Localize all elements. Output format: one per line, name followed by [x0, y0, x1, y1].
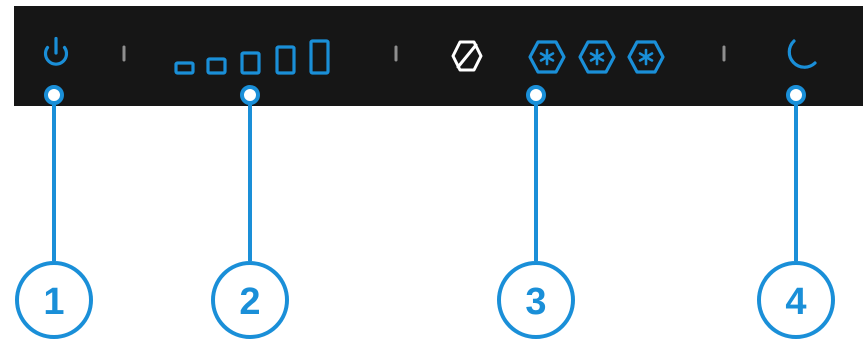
diagram-overlay: 1 2 3 4	[15, 36, 835, 339]
fan-speed-level-4-icon[interactable]	[275, 45, 296, 75]
callout-2: 2	[211, 261, 289, 339]
snowflake-hexagon-icon[interactable]	[627, 40, 665, 74]
fan-speed-level-5-icon[interactable]	[309, 39, 330, 75]
callout-number: 3	[525, 281, 546, 323]
callout-1: 1	[15, 261, 93, 339]
fan-speed-level-2-icon[interactable]	[206, 57, 227, 75]
power-icon[interactable]	[43, 36, 69, 66]
cooling-mode-group	[528, 40, 665, 74]
callout-number: 1	[43, 281, 64, 323]
fan-speed-level-1-icon[interactable]	[174, 61, 195, 75]
anchor-dot-1	[44, 85, 64, 105]
snowflake-hexagon-icon[interactable]	[578, 40, 616, 74]
cooling-off-icon[interactable]	[451, 40, 483, 72]
callout-4: 4	[757, 261, 835, 339]
anchor-dot-4	[786, 85, 806, 105]
moon-icon[interactable]	[787, 39, 817, 69]
anchor-dot-3	[526, 85, 546, 105]
anchor-dot-2	[240, 85, 260, 105]
callout-number: 4	[785, 281, 806, 323]
fan-speed-level-3-icon[interactable]	[240, 51, 261, 75]
snowflake-hexagon-icon[interactable]	[528, 40, 566, 74]
callout-number: 2	[239, 281, 260, 323]
fan-speed-bars-icon[interactable]	[174, 39, 330, 75]
callout-3: 3	[497, 261, 575, 339]
